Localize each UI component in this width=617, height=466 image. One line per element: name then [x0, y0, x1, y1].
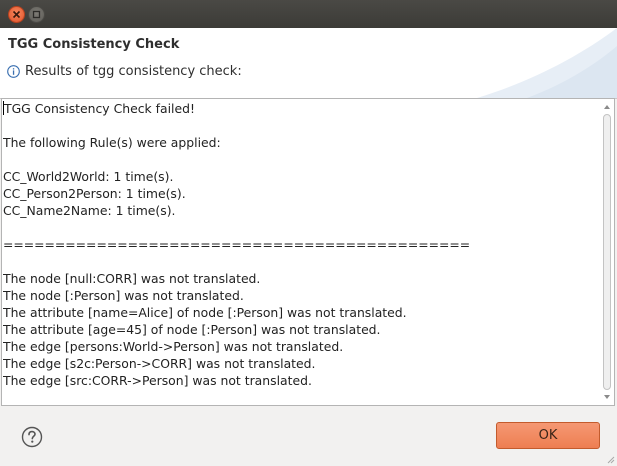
result-line: CC_Person2Person: 1 time(s). [3, 186, 186, 201]
result-line: The edge [s2c:Person->CORR] was not tran… [3, 356, 316, 371]
result-line: The attribute [age=45] of node [:Person]… [3, 322, 381, 337]
dialog-window: TGG Consistency Check Results of tgg con… [0, 0, 617, 466]
result-line [3, 151, 598, 168]
info-icon [7, 65, 20, 78]
vertical-scrollbar[interactable] [601, 100, 613, 404]
result-line: CC_Name2Name: 1 time(s). [3, 203, 176, 218]
header-banner-graphic [477, 28, 617, 98]
title-bar [0, 0, 617, 28]
result-line: The node [null:CORR] was not translated. [3, 271, 261, 286]
result-line: The following Rule(s) were applied: [3, 135, 221, 150]
ok-button[interactable]: OK [496, 422, 600, 449]
result-line [3, 117, 598, 134]
scroll-down-arrow-icon[interactable] [601, 392, 613, 402]
maximize-icon [32, 10, 41, 19]
dialog-title: TGG Consistency Check [8, 37, 180, 52]
dialog-header: TGG Consistency Check Results of tgg con… [0, 28, 617, 99]
help-icon[interactable] [21, 426, 43, 448]
results-text-content[interactable]: TGG Consistency Check failed! The followi… [3, 100, 598, 404]
result-line [3, 253, 598, 270]
window-close-button[interactable] [8, 6, 25, 23]
result-line: CC_World2World: 1 time(s). [3, 169, 174, 184]
result-line: ========================================… [3, 237, 471, 252]
result-line: The attribute [name=Alice] of node [:Per… [3, 305, 407, 320]
result-line: TGG Consistency Check failed! [3, 100, 598, 117]
result-line [3, 219, 598, 236]
info-message: Results of tgg consistency check: [25, 64, 242, 79]
results-text-area[interactable]: TGG Consistency Check failed! The followi… [1, 98, 615, 406]
result-line: The node [:Person] was not translated. [3, 288, 244, 303]
scrollbar-thumb[interactable] [603, 114, 611, 390]
scroll-up-arrow-icon[interactable] [601, 102, 613, 112]
resize-grip-icon[interactable] [605, 454, 615, 464]
result-line: The edge [src:CORR->Person] was not tran… [3, 373, 312, 388]
close-icon [12, 10, 21, 19]
result-line-text: TGG Consistency Check failed! [4, 101, 195, 116]
window-maximize-button[interactable] [28, 6, 45, 23]
info-message-row: Results of tgg consistency check: [7, 64, 242, 79]
result-line: The edge [persons:World->Person] was not… [3, 339, 344, 354]
